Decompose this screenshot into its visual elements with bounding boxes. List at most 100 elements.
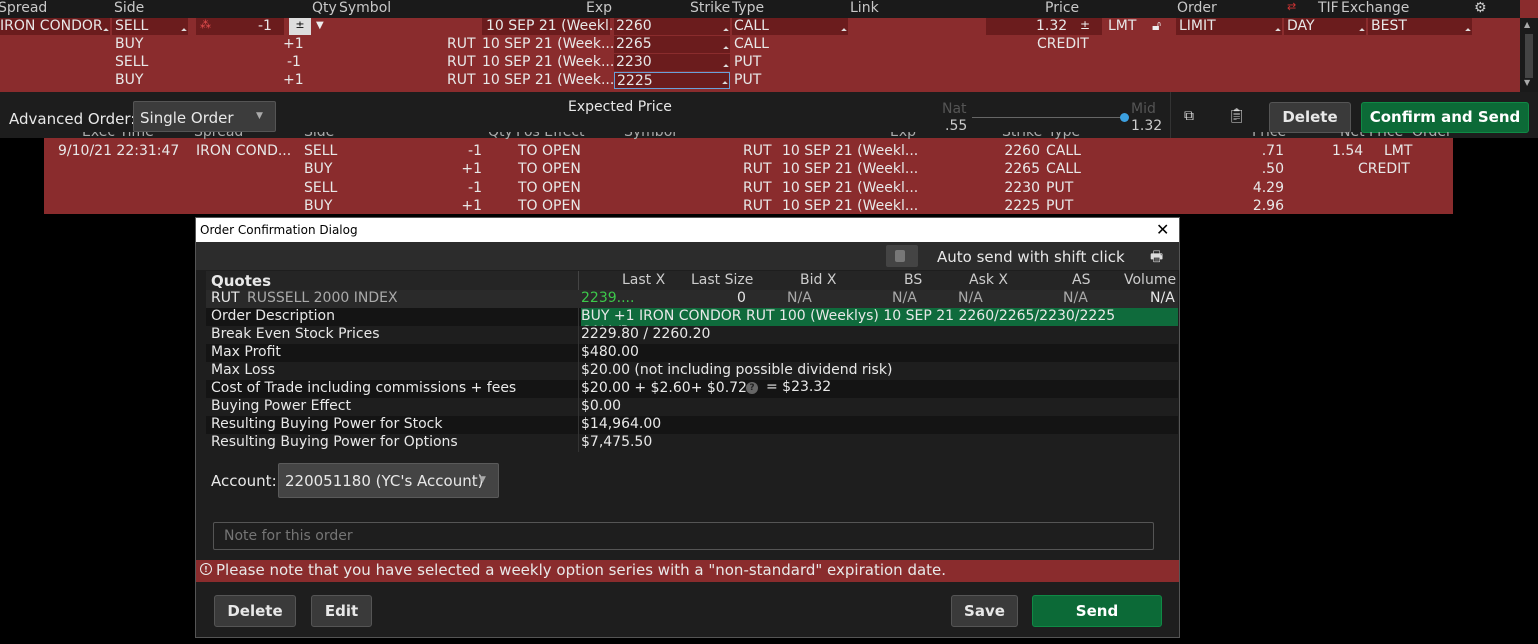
filled-order: LMT <box>1384 143 1413 159</box>
grid-header-row: Spread Side Qty Symbol Exp Strike Type L… <box>0 0 1520 18</box>
header-net-price: Net Price <box>1340 132 1404 140</box>
summary-value: $0.00 <box>581 398 622 414</box>
strike-select-3[interactable]: 2230 <box>614 54 730 71</box>
warning-icon: ! <box>200 563 212 575</box>
header-spread: Spread <box>194 132 244 140</box>
price-slider[interactable] <box>972 117 1124 118</box>
nat-label: Nat <box>942 101 967 117</box>
scroll-thumb[interactable] <box>1525 34 1533 78</box>
header-link: Link <box>850 0 879 16</box>
filled-type: PUT <box>1046 197 1074 214</box>
filled-symbol: RUT <box>743 161 772 178</box>
header-exp: Exp <box>890 132 917 140</box>
help-icon[interactable]: ? <box>746 382 758 394</box>
chevron-down-icon: ▼ <box>479 475 486 485</box>
side-select[interactable]: SELL <box>112 18 188 35</box>
mid-label: Mid <box>1131 101 1156 117</box>
type-select[interactable]: CALL <box>732 18 848 35</box>
summary-row: Order Description BUY +1 IRON CONDOR RUT … <box>206 308 1178 326</box>
grid-scrollbar[interactable]: ▲ ▼ <box>1520 18 1538 92</box>
exp-value: 10 SEP 21 (Weekl... <box>486 18 623 34</box>
summary-label: Resulting Buying Power for Stock <box>211 416 443 432</box>
filled-strike: 2225 <box>1004 197 1040 214</box>
tif-select[interactable]: DAY <box>1284 18 1366 35</box>
header-type: Type <box>1048 132 1081 140</box>
account-select[interactable]: 220051180 (YC's Account) ▼ <box>278 463 499 498</box>
cost-total: = $23.32 <box>766 379 832 395</box>
header-ask-x: Ask X <box>969 272 1009 288</box>
price-slider-handle[interactable] <box>1120 113 1129 122</box>
summary-label: Max Loss <box>211 362 276 378</box>
filled-orders-grid: Exec Time Spread Side Qty Pos Effect Sym… <box>44 132 1453 214</box>
order-entry-grid: Spread Side Qty Symbol Exp Strike Type L… <box>0 0 1538 92</box>
header-price: Price <box>1252 132 1287 140</box>
quote-last-size: 0 <box>737 290 746 306</box>
header-bid-x: Bid X <box>800 272 837 288</box>
quote-ask-x: N/A <box>958 290 983 306</box>
summary-value: 2229.80 / 2260.20 <box>581 326 711 342</box>
header-last-x: Last X <box>622 272 666 288</box>
tif-value: DAY <box>1287 18 1315 34</box>
advanced-order-select[interactable]: Single Order ▼ <box>133 101 276 132</box>
edit-button[interactable]: Edit <box>311 595 372 627</box>
strike-select-1[interactable]: 2260 <box>614 18 730 35</box>
quotes-title: Quotes <box>211 272 272 290</box>
chevron-down-icon: ▼ <box>256 111 263 121</box>
save-button[interactable]: Save <box>951 595 1018 627</box>
exchange-value: BEST <box>1371 18 1407 34</box>
auto-send-toggle[interactable] <box>886 245 918 267</box>
filled-side: BUY <box>304 161 333 178</box>
filled-side: SELL <box>304 143 338 159</box>
print-icon[interactable]: 🖶︎ <box>1150 246 1163 270</box>
filled-exp: 10 SEP 21 (Weekl... <box>782 197 919 214</box>
delete-button[interactable]: Delete <box>1269 102 1351 133</box>
leg-2-qty: +1 <box>283 36 304 52</box>
scroll-down-icon[interactable]: ▼ <box>1524 78 1530 87</box>
header-spread: Spread <box>0 0 48 16</box>
link-icon: ⇄ <box>1287 0 1297 13</box>
qty-stepper[interactable]: ± <box>289 18 311 35</box>
leg-4-side: BUY <box>115 72 144 88</box>
qty-dropdown-icon[interactable]: ▼ <box>316 20 324 31</box>
header-as: AS <box>1072 272 1091 288</box>
order-type-select[interactable]: LIMIT <box>1176 18 1282 35</box>
strike-select-2[interactable]: 2265 <box>614 36 730 53</box>
filled-symbol: RUT <box>743 143 772 159</box>
summary-value: $20.00 + $2.60+ $0.72 <box>581 380 747 396</box>
price-type[interactable]: LMT <box>1108 18 1136 34</box>
exp-select[interactable]: 10 SEP 21 (Weekl... <box>482 18 622 35</box>
confirm-and-send-button[interactable]: Confirm and Send <box>1361 102 1529 133</box>
exchange-select[interactable]: BEST <box>1368 18 1472 35</box>
divider <box>578 308 579 326</box>
header-side: Side <box>114 0 145 16</box>
leg-4-qty: +1 <box>283 72 304 88</box>
spread-select[interactable]: IRON CONDOR <box>0 18 110 35</box>
copy-icon[interactable]: ⧉ <box>1184 108 1194 124</box>
filled-pos-effect: TO OPEN <box>518 143 581 159</box>
advanced-order-value: Single Order <box>140 109 234 127</box>
advanced-order-label: Advanced Order: <box>9 110 136 128</box>
header-pos-effect: Pos Effect <box>516 132 585 140</box>
lock-icon[interactable]: 🔓︎ <box>1152 18 1161 34</box>
close-icon[interactable]: ✕ <box>1156 220 1169 239</box>
filled-pos-effect: TO OPEN <box>518 161 581 178</box>
quotes-header: Quotes Last X Last Size Bid X BS Ask X A… <box>206 271 1178 290</box>
send-button[interactable]: Send <box>1032 595 1162 627</box>
dialog-delete-button[interactable]: Delete <box>214 595 296 627</box>
summary-label: Order Description <box>211 308 335 324</box>
filled-symbol: RUT <box>743 197 772 214</box>
summary-row: Buying Power Effect $0.00 <box>206 398 1178 416</box>
settings-icon[interactable]: ⚙ <box>1474 0 1487 16</box>
order-type-value: LIMIT <box>1179 18 1216 34</box>
summary-label: Cost of Trade including commissions + fe… <box>211 380 517 396</box>
price-stepper[interactable]: ± <box>1080 18 1090 32</box>
leg-3-type: PUT <box>734 54 762 70</box>
scroll-up-icon[interactable]: ▲ <box>1524 20 1530 29</box>
filled-exp: 10 SEP 21 (Weekl... <box>782 179 919 196</box>
strike-select-4[interactable]: 2225 <box>614 72 730 89</box>
leg-3-qty: -1 <box>287 54 301 70</box>
note-input[interactable] <box>213 522 1154 550</box>
warning-text: Please note that you have selected a wee… <box>216 561 947 579</box>
paste-icon[interactable]: 📋︎ <box>1228 108 1246 124</box>
qty-input[interactable]: ⁂ -1 <box>196 18 284 35</box>
